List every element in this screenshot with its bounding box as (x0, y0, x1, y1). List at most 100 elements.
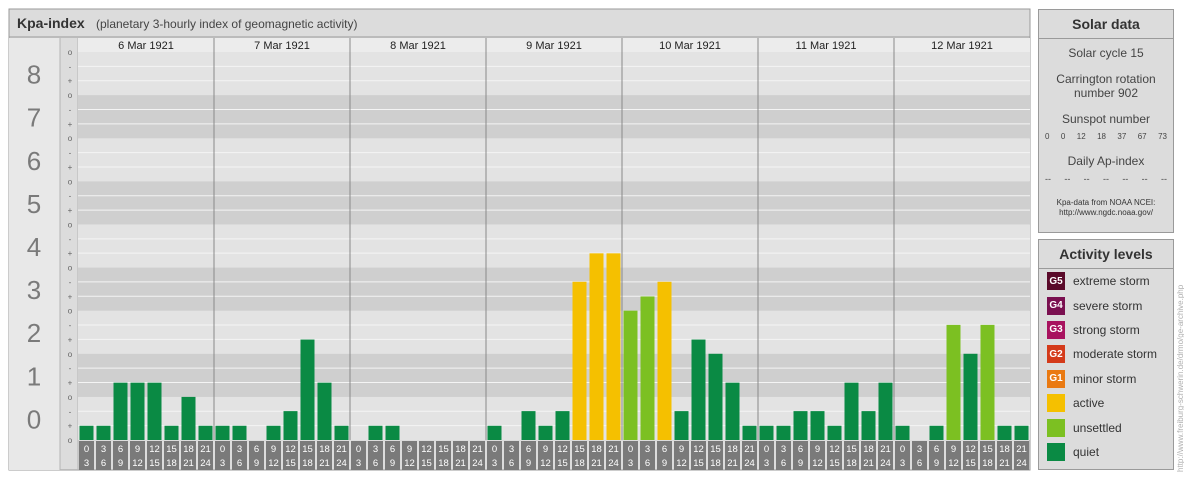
day-label: 11 Mar 1921 (796, 40, 857, 52)
hour-start-label: 6 (798, 444, 803, 455)
kp-bar (640, 296, 655, 440)
kp-bar (623, 310, 638, 440)
solar-data-title: Solar data (1039, 10, 1173, 39)
y-tick-label: 1 (27, 361, 41, 391)
level-band (78, 267, 1030, 311)
minor-tick-label: o (68, 177, 73, 186)
kp-bar (368, 425, 383, 440)
solar-data-panel: Solar data Solar cycle 15 Carrington rot… (1038, 9, 1174, 233)
kp-bar (317, 382, 332, 440)
minor-tick-label: o (68, 393, 73, 402)
minor-tick-label: - (69, 321, 72, 330)
kp-bar (385, 425, 400, 440)
source-link[interactable]: http://www.ngdc.noaa.gov/ (1039, 208, 1173, 218)
hour-start-label: 18 (591, 444, 602, 455)
hour-end-label: 9 (254, 458, 259, 469)
hour-start-label: 6 (390, 444, 395, 455)
hour-end-label: 21 (455, 458, 466, 469)
hour-start-label: 21 (336, 444, 347, 455)
ap-title: Daily Ap-index (1067, 154, 1145, 168)
hour-start-label: 18 (727, 444, 738, 455)
hour-end-label: 3 (84, 458, 89, 469)
hour-end-label: 15 (149, 458, 160, 469)
day-label: 6 Mar 1921 (118, 40, 174, 52)
kp-bar (827, 425, 842, 440)
kp-bar (521, 411, 536, 440)
kp-bar (674, 411, 689, 440)
hour-start-label: 12 (829, 444, 840, 455)
hour-end-label: 15 (693, 458, 704, 469)
hour-end-label: 15 (285, 458, 296, 469)
minor-tick-label: + (68, 422, 73, 431)
ap-value: -- (1141, 174, 1148, 184)
source-line1: Kpa-data from NOAA NCEI: (1056, 198, 1156, 207)
hour-start-label: 3 (509, 444, 514, 455)
sunspot-value: 0 (1060, 132, 1066, 141)
minor-tick-label: - (69, 278, 72, 287)
hour-end-label: 21 (999, 458, 1010, 469)
legend-swatch: G1 (1047, 369, 1065, 388)
kp-bar (946, 324, 961, 440)
chart-title: Kpa-index (17, 15, 85, 31)
kp-bar (130, 382, 145, 440)
hour-end-label: 6 (509, 458, 514, 469)
day-label: 9 Mar 1921 (526, 40, 582, 52)
hour-end-label: 9 (118, 458, 123, 469)
minor-tick-label: + (68, 120, 73, 129)
legend-swatch: G5 (1047, 272, 1065, 291)
ap-value: -- (1083, 174, 1090, 184)
hour-start-label: 18 (863, 444, 874, 455)
hour-end-label: 6 (237, 458, 242, 469)
plot-background (9, 38, 1030, 470)
hour-start-label: 21 (472, 444, 483, 455)
hour-end-label: 12 (812, 458, 823, 469)
kp-bar (691, 339, 706, 440)
hour-end-label: 3 (900, 458, 905, 469)
hour-end-label: 24 (1016, 458, 1027, 469)
hour-end-label: 3 (628, 458, 633, 469)
hour-start-label: 21 (608, 444, 619, 455)
hour-start-label: 12 (421, 444, 432, 455)
minor-tick-label: - (69, 364, 72, 373)
day-label: 8 Mar 1921 (390, 40, 446, 52)
hour-start-label: 3 (237, 444, 242, 455)
watermark: http://www.freiburg-schwerin.de/drmo/ge-… (1176, 284, 1184, 472)
hour-end-label: 6 (781, 458, 786, 469)
kp-bar (776, 425, 791, 440)
minor-tick-label: - (69, 149, 72, 158)
legend-item: active (1039, 391, 1173, 415)
level-band (78, 310, 1030, 354)
legend-swatch (1047, 394, 1065, 413)
kp-bar (300, 339, 315, 440)
level-band (78, 224, 1030, 268)
hour-start-label: 3 (781, 444, 786, 455)
hour-start-label: 9 (679, 444, 684, 455)
activity-levels-panel: Activity levels G5 extreme storm G4 severe … (1038, 239, 1174, 470)
hour-end-label: 24 (200, 458, 211, 469)
kp-bar (606, 253, 621, 440)
hour-start-label: 6 (662, 444, 667, 455)
minor-tick-label: + (68, 292, 73, 301)
hour-start-label: 9 (271, 444, 276, 455)
hour-end-label: 24 (472, 458, 483, 469)
ap-value: -- (1160, 174, 1167, 184)
hour-end-label: 21 (591, 458, 602, 469)
hour-start-label: 21 (200, 444, 211, 455)
y-tick-label: 2 (27, 318, 41, 348)
hour-start-label: 0 (628, 444, 633, 455)
kp-bar (844, 382, 859, 440)
hour-start-label: 18 (999, 444, 1010, 455)
kp-bar (96, 425, 111, 440)
y-tick-label: 3 (27, 275, 41, 305)
kp-bar (266, 425, 281, 440)
hour-end-label: 21 (863, 458, 874, 469)
hour-end-label: 3 (492, 458, 497, 469)
hour-start-label: 0 (900, 444, 905, 455)
kp-bar (810, 411, 825, 440)
y-tick-label: 7 (27, 103, 41, 133)
kp-bar (283, 411, 298, 440)
kp-bar (861, 411, 876, 440)
hour-start-label: 6 (526, 444, 531, 455)
minor-tick-label: o (68, 134, 73, 143)
hour-start-label: 6 (934, 444, 939, 455)
